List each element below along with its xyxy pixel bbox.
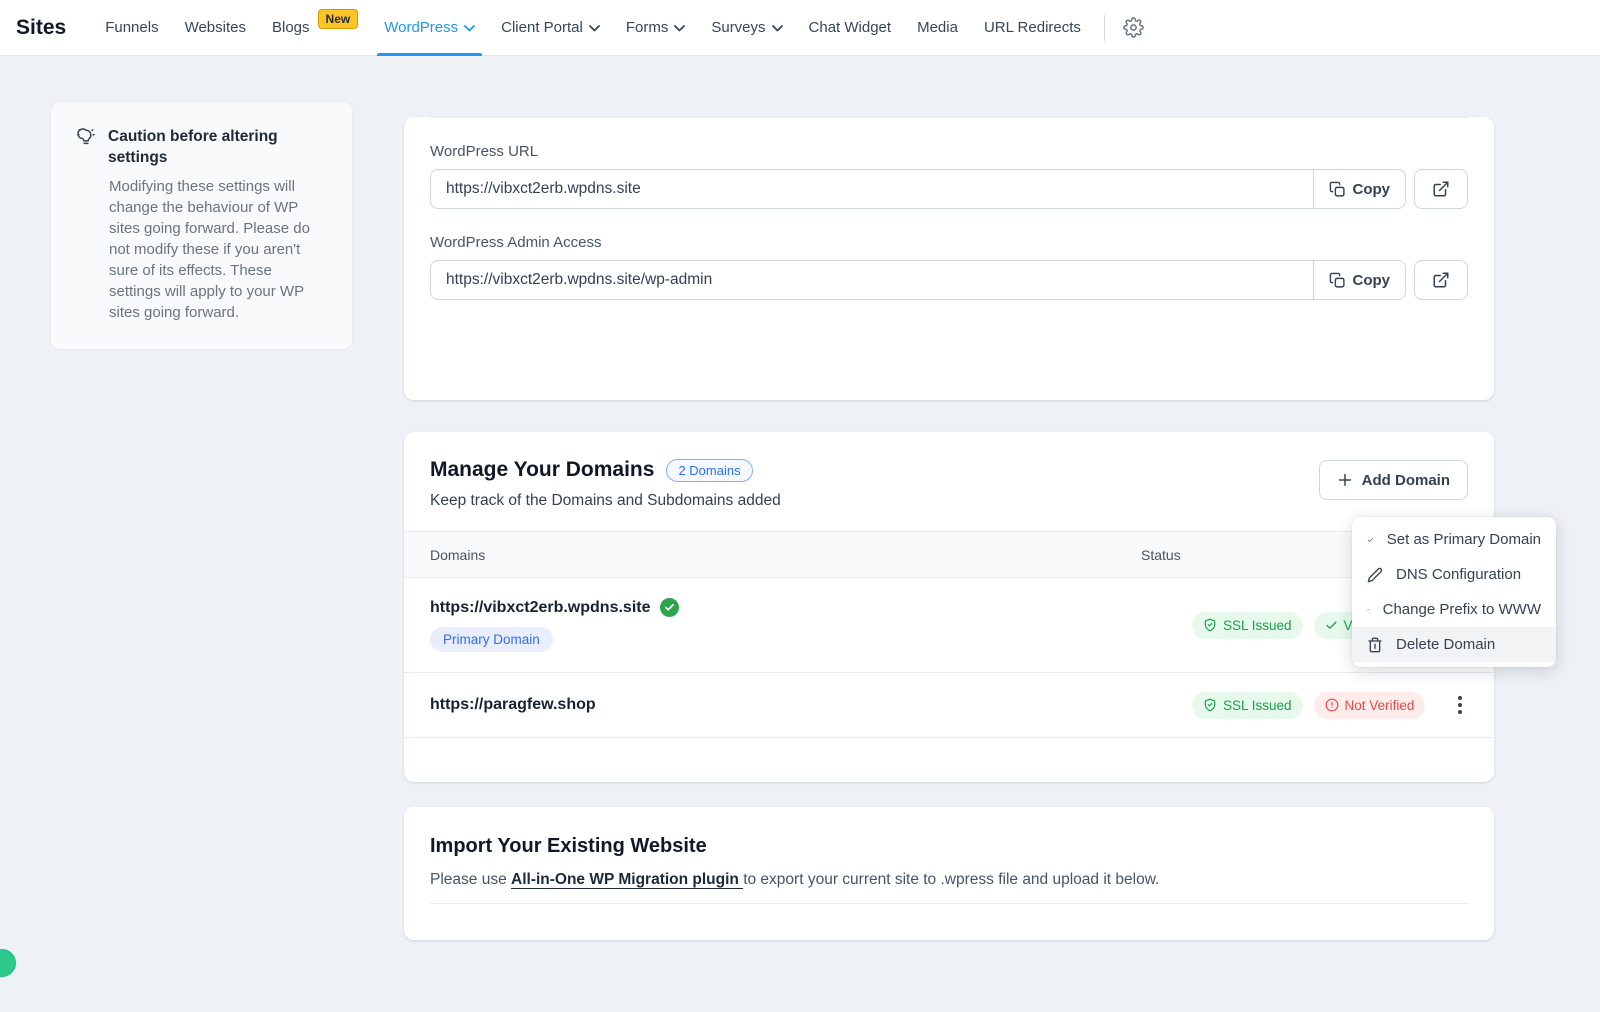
tab-surveys[interactable]: Surveys	[698, 0, 795, 56]
column-domains: Domains	[430, 547, 1141, 563]
wordpress-admin-input[interactable]	[430, 260, 1313, 300]
section-divider	[430, 117, 1468, 118]
wordpress-url-label: WordPress URL	[430, 143, 1468, 160]
chevron-down-icon	[589, 25, 600, 32]
domains-table-header: Domains Status	[404, 531, 1494, 578]
chat-widget-bubble[interactable]	[0, 949, 16, 977]
domains-card-footer	[404, 738, 1494, 774]
section-divider	[430, 903, 1468, 904]
import-title: Import Your Existing Website	[430, 835, 1468, 858]
gear-icon	[1123, 17, 1144, 38]
caution-card: Caution before altering settings Modifyi…	[50, 101, 353, 350]
wordpress-url-card: WordPress URL Copy WordPress Admin Acces…	[404, 117, 1494, 400]
ssl-status-badge: SSL Issued	[1192, 612, 1303, 639]
chevron-down-icon	[464, 25, 475, 32]
manage-domains-card: Manage Your Domains 2 Domains Keep track…	[404, 432, 1494, 782]
ssl-status-badge: SSL Issued	[1192, 692, 1303, 719]
domains-subtitle: Keep track of the Domains and Subdomains…	[430, 492, 781, 510]
table-row: https://paragfew.shop SSL Issued Not Ver…	[404, 673, 1494, 738]
menu-item-delete-domain[interactable]: Delete Domain	[1352, 627, 1556, 662]
external-link-icon	[1432, 271, 1450, 289]
menu-item-set-primary-domain[interactable]: Set as Primary Domain	[1352, 522, 1556, 557]
alert-circle-icon	[1325, 698, 1339, 712]
copy-icon	[1329, 181, 1346, 198]
open-wordpress-admin-button[interactable]	[1414, 260, 1468, 300]
tab-funnels[interactable]: Funnels	[92, 0, 171, 56]
copy-wordpress-admin-button[interactable]: Copy	[1313, 260, 1407, 300]
tab-url-redirects[interactable]: URL Redirects	[971, 0, 1094, 56]
plus-icon	[1337, 472, 1353, 488]
copy-icon	[1329, 272, 1346, 289]
import-subtitle: Please use All-in-One WP Migration plugi…	[430, 871, 1468, 889]
tab-forms[interactable]: Forms	[613, 0, 699, 56]
caution-body: Modifying these settings will change the…	[109, 176, 321, 323]
chevron-down-icon	[674, 25, 685, 32]
lightbulb-icon	[75, 126, 97, 148]
main-content: WordPress URL Copy WordPress Admin Acces…	[404, 100, 1494, 940]
wordpress-admin-label: WordPress Admin Access	[430, 234, 1468, 251]
domain-actions-kebab-button[interactable]	[1452, 690, 1468, 720]
wordpress-url-input[interactable]	[430, 169, 1313, 209]
open-wordpress-url-button[interactable]	[1414, 169, 1468, 209]
domain-url: https://vibxct2erb.wpdns.site	[430, 599, 650, 617]
add-domain-button[interactable]: Add Domain	[1319, 460, 1468, 500]
domain-count-badge: 2 Domains	[666, 459, 752, 482]
tab-client-portal[interactable]: Client Portal	[488, 0, 613, 56]
pencil-icon	[1367, 567, 1383, 583]
caution-title: Caution before altering settings	[108, 126, 288, 168]
top-nav: Sites Funnels Websites Blogs New WordPre…	[0, 0, 1600, 56]
check-icon	[1367, 532, 1374, 548]
table-row: https://vibxct2erb.wpdns.site Primary Do…	[404, 578, 1494, 673]
domain-context-menu: Set as Primary Domain DNS Configuration …	[1352, 517, 1556, 667]
chevron-down-icon	[772, 25, 783, 32]
tab-media[interactable]: Media	[904, 0, 971, 56]
menu-item-change-prefix-www[interactable]: Change Prefix to WWW	[1352, 592, 1556, 627]
tab-chat-widget[interactable]: Chat Widget	[796, 0, 905, 56]
new-badge: New	[318, 9, 359, 29]
tab-websites[interactable]: Websites	[172, 0, 259, 56]
shield-check-icon	[1203, 698, 1217, 712]
wp-migration-plugin-link[interactable]: All-in-One WP Migration plugin	[511, 871, 743, 889]
shield-check-icon	[1203, 618, 1217, 632]
trash-icon	[1367, 637, 1383, 653]
tab-blogs[interactable]: Blogs New	[259, 0, 371, 56]
primary-domain-badge: Primary Domain	[430, 627, 553, 652]
external-link-icon	[1432, 180, 1450, 198]
nav-divider	[1104, 15, 1105, 41]
settings-gear-button[interactable]	[1119, 13, 1148, 42]
not-verified-status-badge: Not Verified	[1314, 692, 1426, 719]
domain-url: https://paragfew.shop	[430, 696, 596, 713]
menu-item-dns-configuration[interactable]: DNS Configuration	[1352, 557, 1556, 592]
main-nav: Funnels Websites Blogs New WordPress Cli…	[92, 0, 1094, 56]
copy-wordpress-url-button[interactable]: Copy	[1313, 169, 1407, 209]
tab-wordpress[interactable]: WordPress	[371, 0, 488, 56]
check-icon	[1325, 619, 1338, 632]
arrow-right-icon	[1367, 602, 1370, 618]
verified-check-icon	[660, 598, 679, 617]
domains-title: Manage Your Domains	[430, 458, 654, 482]
page-title: Sites	[16, 16, 66, 40]
import-website-card: Import Your Existing Website Please use …	[404, 807, 1494, 940]
